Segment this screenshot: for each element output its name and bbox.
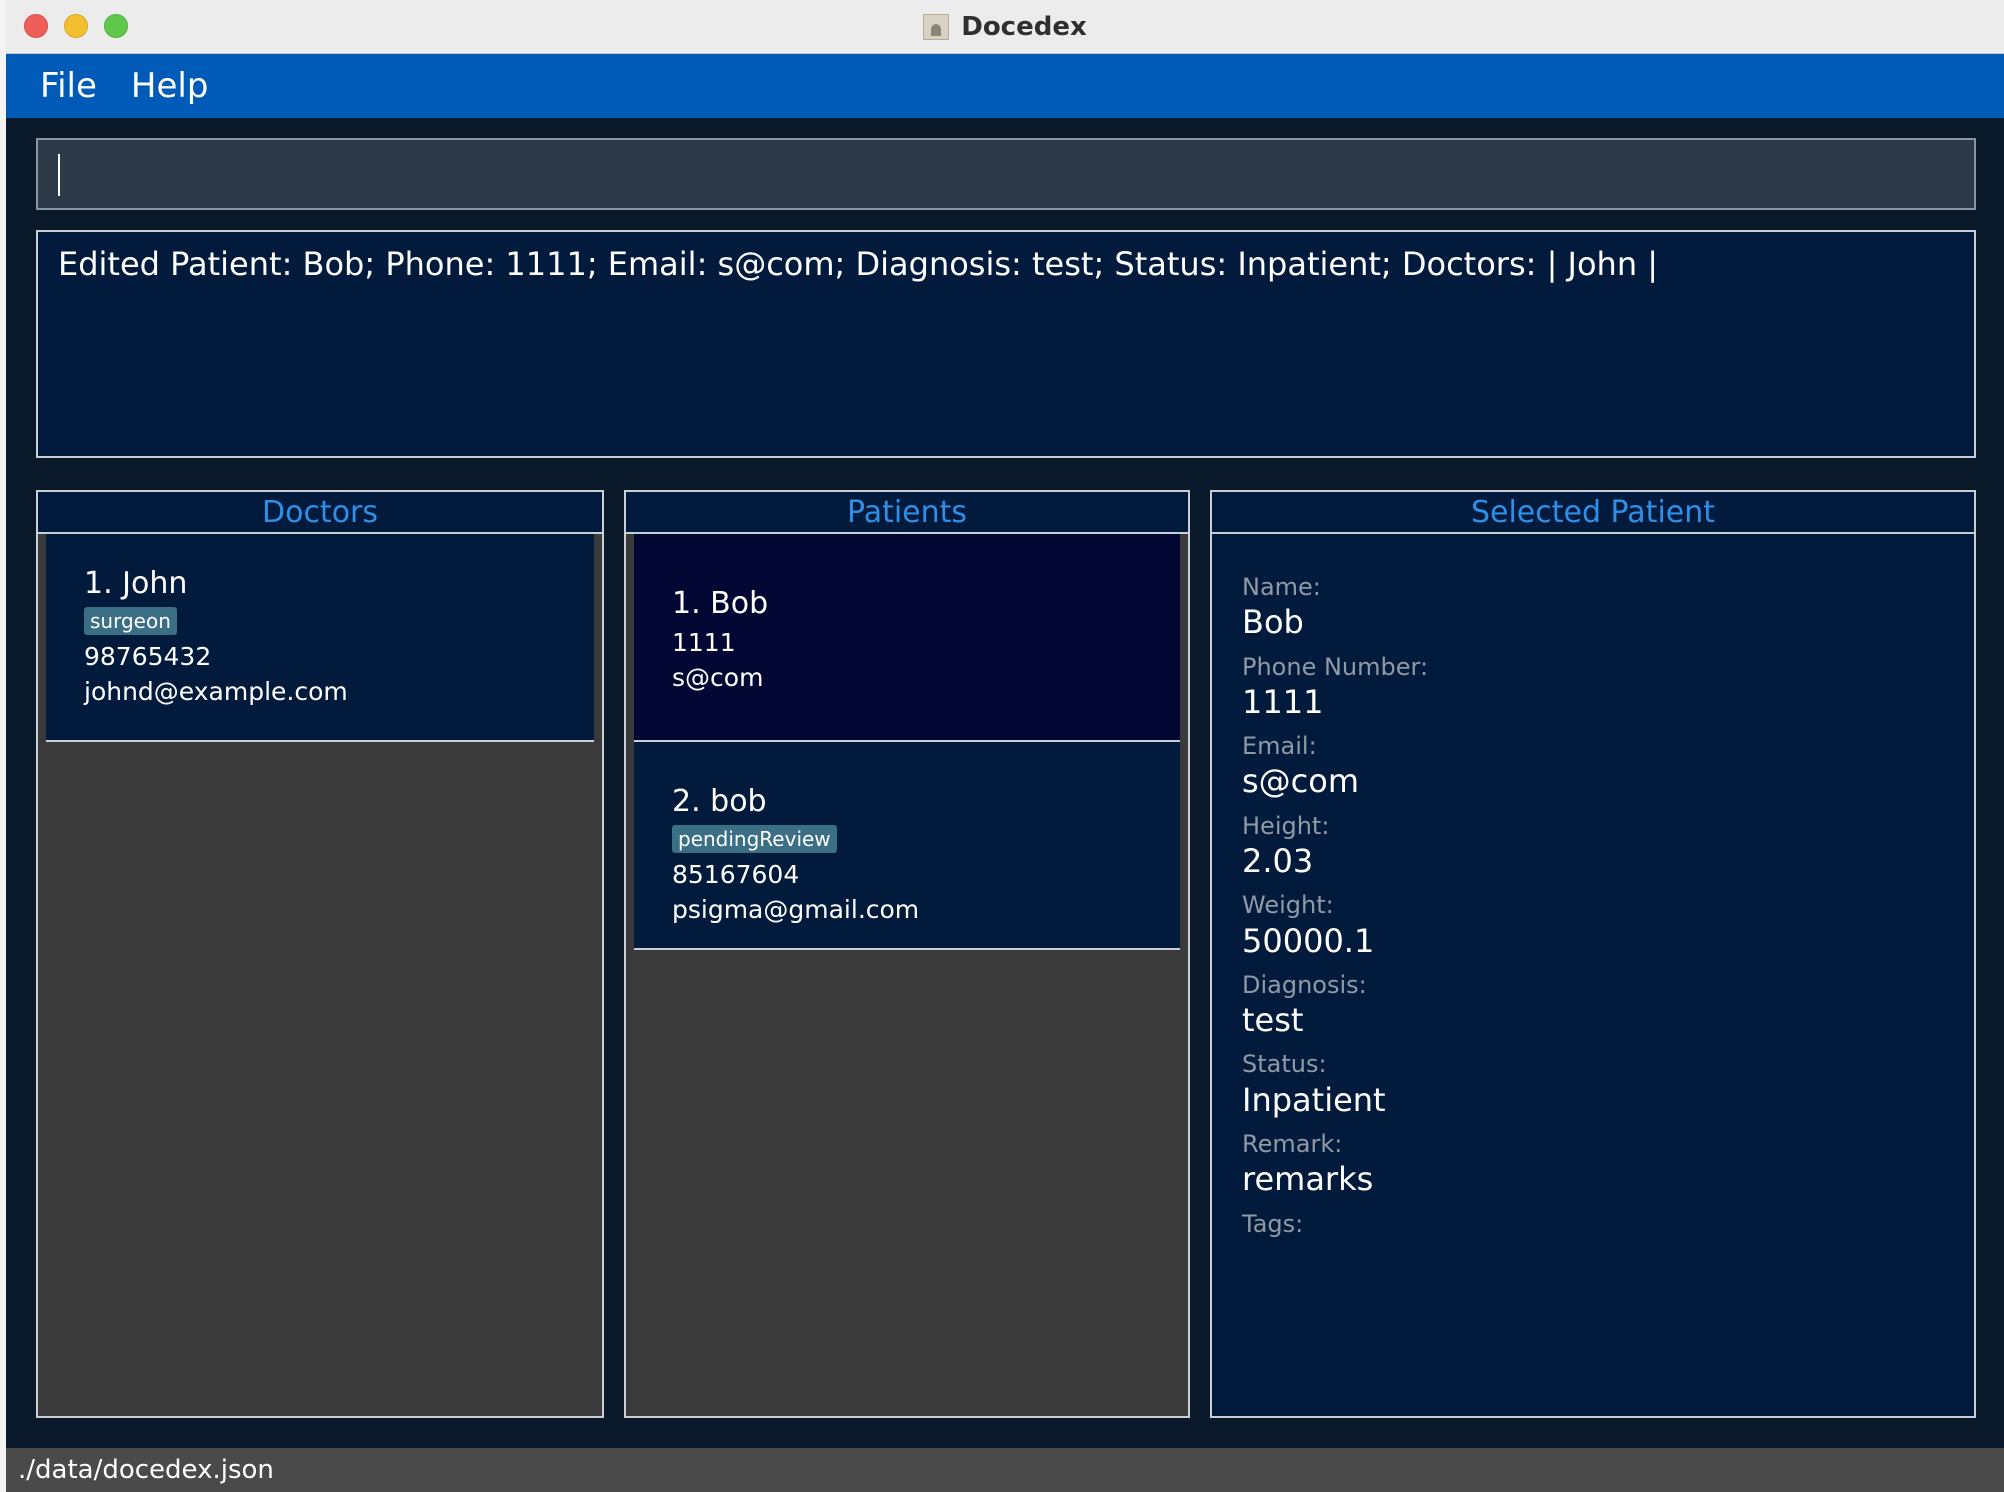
- patient-card[interactable]: 2. bob pendingReview 85167604 psigma@gma…: [634, 742, 1180, 950]
- weight-label: Weight:: [1242, 891, 1334, 920]
- patient-email: s@com: [672, 662, 764, 692]
- diagnosis-value: test: [1242, 1001, 1304, 1040]
- command-input[interactable]: [38, 140, 1974, 208]
- patient-name: 2. bob: [672, 784, 767, 819]
- remark-label: Remark:: [1242, 1130, 1343, 1159]
- doctor-phone: 98765432: [84, 641, 212, 671]
- menu-help[interactable]: Help: [131, 66, 209, 106]
- phone-label: Phone Number:: [1242, 652, 1429, 681]
- email-label: Email:: [1242, 732, 1317, 761]
- app-window: Docedex File Help Edited Patient: Bob; P…: [6, 0, 2004, 1492]
- result-display: Edited Patient: Bob; Phone: 1111; Email:…: [36, 230, 1976, 458]
- doctor-email: johnd@example.com: [84, 676, 348, 706]
- doctor-tag: surgeon: [84, 606, 177, 635]
- name-label: Name:: [1242, 573, 1321, 601]
- selected-patient-panel-header: Selected Patient: [1212, 492, 1974, 534]
- patient-name: 1. Bob: [672, 586, 769, 621]
- doctors-panel-header: Doctors: [38, 492, 602, 534]
- patient-card[interactable]: 1. Bob 1111 s@com: [634, 534, 1180, 742]
- patient-tag: pendingReview: [672, 824, 837, 853]
- status-label: Status:: [1242, 1050, 1327, 1079]
- status-bar: ./data/docedex.json: [6, 1448, 2004, 1492]
- patient-email: psigma@gmail.com: [672, 894, 920, 924]
- doctors-panel: Doctors 1. John surgeon 98765432 johnd@e…: [36, 490, 604, 1418]
- weight-value: 50000.1: [1242, 921, 1375, 960]
- result-text: Edited Patient: Bob; Phone: 1111; Email:…: [58, 245, 1659, 283]
- selected-patient-panel-title: Selected Patient: [1470, 494, 1716, 530]
- phone-value: 1111: [1242, 682, 1324, 721]
- command-box: [36, 138, 1976, 210]
- selected-patient-panel: Selected Patient Name: Bob Phone Number:…: [1210, 490, 1976, 1418]
- email-value: s@com: [1242, 762, 1360, 801]
- patients-panel-header: Patients: [626, 492, 1188, 534]
- title-bar: Docedex: [6, 0, 2004, 54]
- height-label: Height:: [1242, 811, 1330, 840]
- diagnosis-label: Diagnosis:: [1242, 970, 1367, 999]
- status-value: Inpatient: [1242, 1080, 1386, 1119]
- doctors-panel-title: Doctors: [261, 494, 379, 530]
- patient-details: Name: Bob Phone Number: 1111 Email: s@co…: [1212, 534, 1974, 1240]
- tags-label: Tags:: [1242, 1209, 1304, 1238]
- window-title: Docedex: [961, 12, 1087, 42]
- remark-value: remarks: [1242, 1160, 1374, 1199]
- menu-file[interactable]: File: [40, 66, 97, 106]
- patient-phone: 85167604: [672, 859, 800, 889]
- doctor-name: 1. John: [84, 566, 188, 601]
- save-location-path: ./data/docedex.json: [18, 1455, 274, 1485]
- patients-panel: Patients 1. Bob 1111 s@com 2. bob pendin…: [624, 490, 1190, 1418]
- text-caret: [58, 154, 60, 196]
- doctor-card[interactable]: 1. John surgeon 98765432 johnd@example.c…: [46, 534, 594, 742]
- menu-bar: File Help: [6, 54, 2004, 118]
- height-value: 2.03: [1242, 841, 1314, 880]
- name-value: Bob: [1242, 603, 1304, 642]
- app-icon: [923, 14, 950, 40]
- patient-phone: 1111: [672, 627, 736, 657]
- patients-panel-title: Patients: [846, 494, 968, 530]
